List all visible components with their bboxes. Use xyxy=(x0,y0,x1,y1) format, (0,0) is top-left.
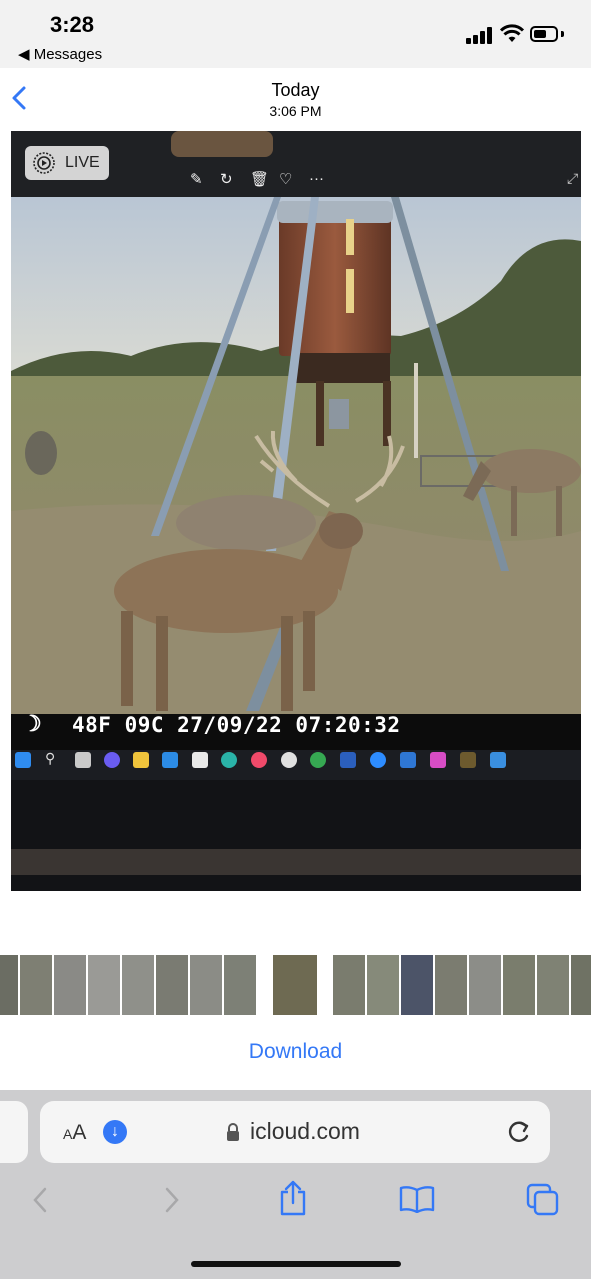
thumbnail[interactable] xyxy=(122,955,154,1015)
thumbnail[interactable] xyxy=(190,955,222,1015)
task-view-icon xyxy=(75,752,91,768)
live-photo-badge[interactable]: LIVE xyxy=(25,146,109,180)
live-label: LIVE xyxy=(65,154,100,171)
download-button[interactable]: Download xyxy=(0,1040,591,1064)
url-text: icloud.com xyxy=(250,1118,360,1144)
thumbnail[interactable] xyxy=(54,955,86,1015)
live-icon xyxy=(33,152,55,174)
windows-start-icon xyxy=(15,752,31,768)
slack-icon xyxy=(281,752,297,768)
minecraft-icon xyxy=(460,752,476,768)
tabs-icon[interactable] xyxy=(526,1183,560,1217)
search-icon: ⚲ xyxy=(45,750,56,766)
edge-icon xyxy=(221,752,237,768)
rotate-icon: ↻ xyxy=(220,171,233,188)
downloads-icon[interactable]: ↓ xyxy=(103,1120,127,1144)
thumbnail[interactable] xyxy=(156,955,188,1015)
thumbnail[interactable] xyxy=(571,955,591,1015)
back-to-messages-link[interactable]: ◀ Messages xyxy=(18,45,102,63)
page-subtitle: 3:06 PM xyxy=(269,103,322,119)
thumbnail[interactable] xyxy=(88,955,120,1015)
share-icon[interactable] xyxy=(278,1180,308,1216)
home-indicator[interactable] xyxy=(191,1261,401,1267)
thumbnail[interactable] xyxy=(333,955,365,1015)
status-time: 3:28 xyxy=(50,12,95,37)
word-icon xyxy=(340,752,356,768)
wifi-icon xyxy=(500,24,524,42)
camera-timestamp: 48F 09C 27/09/22 07:20:32 xyxy=(72,713,401,737)
cellular-signal-icon xyxy=(466,26,494,44)
photo-scene xyxy=(11,131,581,891)
text-size-large-label: A xyxy=(72,1121,87,1144)
thumbnail[interactable] xyxy=(20,955,52,1015)
text-size-button[interactable]: AA xyxy=(63,1121,86,1145)
previous-tab-preview[interactable] xyxy=(0,1101,28,1163)
chrome-icon xyxy=(310,752,326,768)
text-size-small-label: A xyxy=(63,1126,73,1142)
browser-back-icon[interactable] xyxy=(30,1186,52,1214)
page-title: Today xyxy=(271,80,320,100)
battery-tip xyxy=(561,31,564,37)
thumbnail[interactable] xyxy=(0,955,18,1015)
trail-camera-photo[interactable] xyxy=(11,131,581,891)
reload-icon[interactable] xyxy=(506,1117,532,1145)
thumbnail[interactable] xyxy=(503,955,535,1015)
photo-toolbar: ✎ ↻ 🗑 ♡ ··· xyxy=(188,170,328,188)
thumbnail[interactable] xyxy=(224,955,256,1015)
thumbnail-selected[interactable] xyxy=(271,953,319,1017)
battery-icon xyxy=(530,26,558,42)
store-icon xyxy=(192,752,208,768)
heart-icon: ♡ xyxy=(279,171,293,188)
expand-icon: ⤢ xyxy=(567,170,579,186)
music-icon xyxy=(251,752,267,768)
bookmarks-icon[interactable] xyxy=(399,1185,435,1213)
thumbnail[interactable] xyxy=(537,955,569,1015)
thumbnail[interactable] xyxy=(469,955,501,1015)
folder-icon xyxy=(133,752,149,768)
active-photo-app-icon xyxy=(490,752,506,768)
video-icon xyxy=(400,752,416,768)
moon-phase-icon: ☽ xyxy=(22,711,42,736)
photos-app-icon xyxy=(430,752,446,768)
markup-icon: ✎ xyxy=(190,171,203,188)
thumbnail[interactable] xyxy=(367,955,399,1015)
thumbnail[interactable] xyxy=(435,955,467,1015)
thumbnail[interactable] xyxy=(401,955,433,1015)
trash-icon: 🗑 xyxy=(250,171,270,188)
thumbnail-strip[interactable] xyxy=(0,953,591,1017)
browser-forward-icon[interactable] xyxy=(160,1186,182,1214)
chat-icon xyxy=(104,752,120,768)
lock-icon xyxy=(227,1123,239,1141)
more-icon: ··· xyxy=(309,170,324,187)
zoom-icon xyxy=(370,752,386,768)
l-app-icon xyxy=(162,752,178,768)
